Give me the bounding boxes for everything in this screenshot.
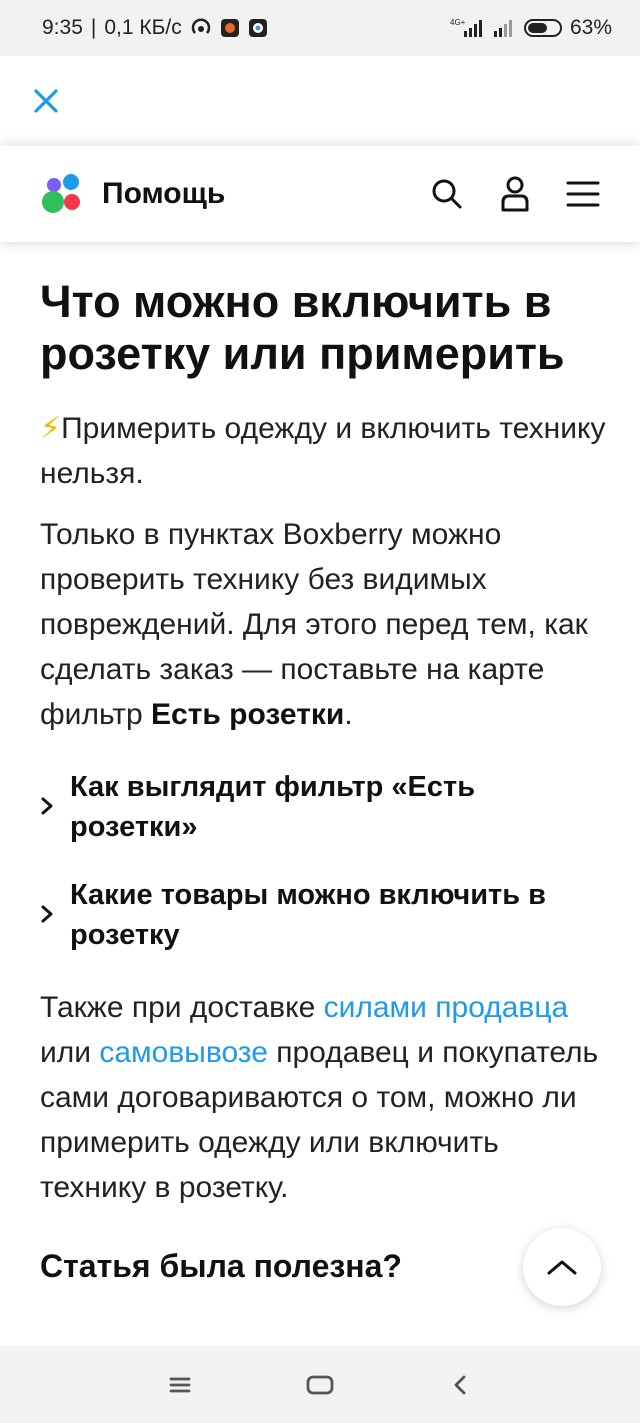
search-button[interactable] [430, 177, 464, 211]
logo-icon [42, 174, 80, 213]
article-paragraph-3: Также при доставке силами продавца или с… [40, 985, 610, 1210]
recent-apps-button[interactable] [160, 1365, 200, 1405]
close-icon [34, 89, 58, 113]
recent-apps-icon [169, 1377, 191, 1392]
accordion-label: Какие товары можно включить в розетку [70, 879, 546, 951]
signal-icon: 4G+ [450, 17, 484, 39]
paragraph-2-end: . [344, 698, 353, 731]
status-bar: 9:35 | 0,1 КБ/с 4G+ 63% [0, 0, 640, 56]
paragraph-3-mid: или [40, 1036, 100, 1069]
article: Что можно включить в розетку или примери… [40, 242, 610, 1285]
chevron-right-icon [40, 787, 70, 827]
article-intro: ⚡Примерить одежду и включить технику нел… [40, 406, 610, 496]
network-type-label: 4G+ [450, 18, 466, 27]
lightning-emoji: ⚡ [40, 412, 62, 445]
battery-icon [523, 19, 562, 37]
chevron-right-icon [40, 895, 70, 935]
close-bar [0, 56, 640, 146]
header-actions [430, 176, 600, 212]
paragraph-3-start: Также при доставке [40, 991, 324, 1024]
brand-title: Помощь [102, 177, 226, 210]
profile-button[interactable] [498, 176, 532, 212]
battery-percent: 63% [569, 16, 612, 39]
chevron-up-icon [547, 1260, 577, 1275]
accordion-filter-look[interactable]: Как выглядит фильтр «Есть розетки» [40, 767, 610, 847]
scroll-to-top-button[interactable] [523, 1228, 601, 1306]
status-right: 4G+ 63% [450, 16, 612, 40]
profile-icon [501, 176, 529, 212]
close-button[interactable] [30, 85, 62, 117]
intro-text: Примерить одежду и включить технику нель… [40, 412, 606, 490]
system-nav-bar [0, 1346, 640, 1423]
back-icon [454, 1375, 466, 1394]
app-header: Помощь [0, 146, 640, 242]
notification-app-icon [220, 18, 240, 38]
accordion-label: Как выглядит фильтр «Есть розетки» [70, 771, 476, 843]
signal-icon-2 [492, 17, 516, 39]
network-speed: 0,1 КБ/с [104, 16, 182, 39]
notification-app-icon-2 [248, 18, 268, 38]
search-icon [432, 179, 462, 209]
menu-icon [566, 181, 600, 207]
status-left: 9:35 | 0,1 КБ/с [42, 16, 268, 40]
hotspot-icon [190, 17, 212, 39]
accordion-what-goods[interactable]: Какие товары можно включить в розетку [40, 875, 610, 955]
filter-name: Есть розетки [151, 698, 345, 731]
menu-button[interactable] [566, 177, 600, 211]
seller-delivery-link[interactable]: силами продавца [324, 991, 569, 1024]
back-button[interactable] [440, 1365, 480, 1405]
status-time: 9:35 [42, 16, 83, 39]
status-divider: | [90, 16, 97, 39]
article-paragraph-2: Только в пунктах Boxberry можно проверит… [40, 512, 610, 737]
battery-fill [527, 23, 547, 33]
home-button[interactable] [300, 1365, 340, 1405]
home-icon [306, 1375, 334, 1394]
article-title: Что можно включить в розетку или примери… [40, 276, 565, 379]
pickup-link[interactable]: самовывозе [99, 1036, 268, 1069]
